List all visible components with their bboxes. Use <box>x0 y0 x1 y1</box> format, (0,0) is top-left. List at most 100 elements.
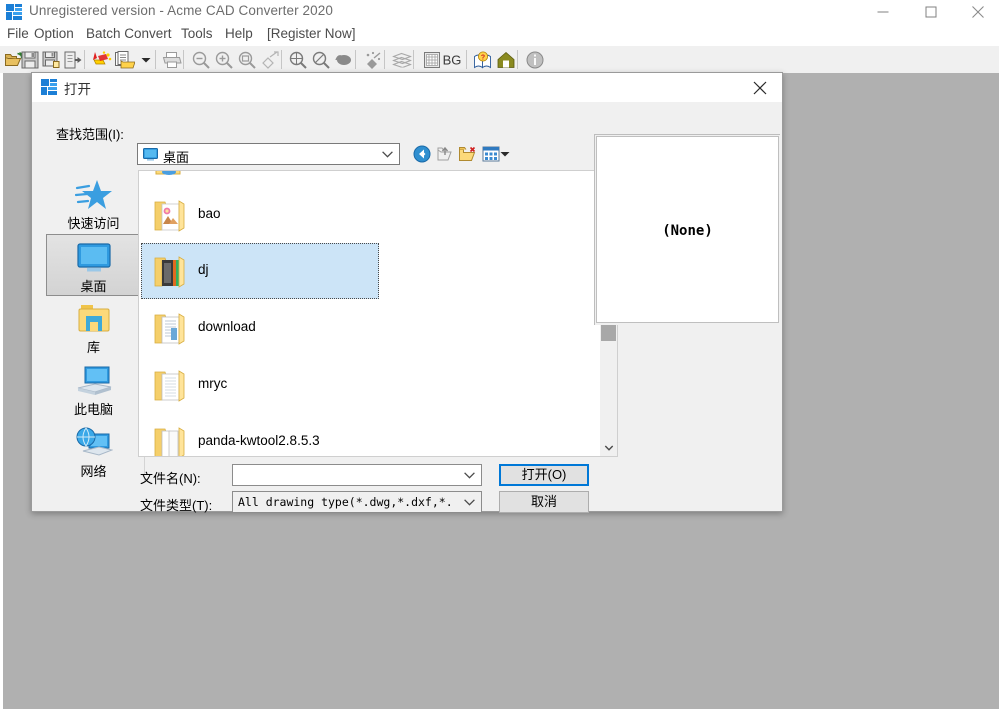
toolbar-separator <box>466 50 467 69</box>
acme-cad-icon <box>6 4 23 20</box>
place-label: 库 <box>86 340 100 355</box>
redraw-button[interactable] <box>361 48 384 71</box>
chevron-down-icon[interactable] <box>600 439 617 456</box>
list-item-label: mryc <box>198 376 228 391</box>
app-title: Unregistered version - Acme CAD Converte… <box>29 3 333 18</box>
toolbar-separator <box>384 50 385 69</box>
open-file-dialog: 打开 查找范围(I): 桌面 快速访问 桌面 库 此电脑 网络 bao dj d… <box>31 72 783 513</box>
export-button[interactable] <box>61 48 84 71</box>
menu-batch-convert[interactable]: Batch Convert <box>83 25 175 42</box>
zoom-out-button[interactable] <box>189 48 212 71</box>
close-icon[interactable] <box>737 73 782 102</box>
place-item-this-pc[interactable]: 此电脑 <box>46 358 141 420</box>
desktop-monitor-icon <box>143 148 158 161</box>
chevron-down-icon[interactable] <box>498 143 512 165</box>
place-item-quick-access[interactable]: 快速访问 <box>46 172 141 234</box>
filetype-label: 文件类型(T): <box>140 498 213 513</box>
pan-hand-button[interactable] <box>258 48 281 71</box>
cancel-button[interactable]: 取消 <box>499 491 589 513</box>
dialog-body: 查找范围(I): 桌面 快速访问 桌面 库 此电脑 网络 bao dj down… <box>32 102 782 513</box>
open-button[interactable]: 打开(O) <box>499 464 589 486</box>
filename-label: 文件名(N): <box>140 471 201 486</box>
svg-text:?: ? <box>480 54 484 61</box>
place-label: 网络 <box>80 464 107 479</box>
list-item-partial[interactable] <box>141 171 379 187</box>
folder-pictures-icon <box>153 197 191 233</box>
toolbar-separator <box>84 50 85 69</box>
list-item-mryc[interactable]: mryc <box>141 357 379 413</box>
file-list-viewport[interactable]: bao dj download mryc panda-kwtool2.8.5.3 <box>139 171 597 456</box>
back-button[interactable] <box>410 143 433 165</box>
preview-placeholder-text: (None) <box>662 223 713 239</box>
zoom-all-button[interactable] <box>309 48 332 71</box>
chevron-down-icon[interactable] <box>464 472 475 479</box>
chevron-down-icon[interactable] <box>134 48 157 71</box>
batch-convert-button[interactable] <box>90 48 113 71</box>
places-bar: 快速访问 桌面 库 此电脑 网络 <box>43 170 145 482</box>
up-folder-icon[interactable] <box>433 143 456 165</box>
list-item-download[interactable]: download <box>141 300 379 356</box>
preview-pane: (None) <box>596 136 779 323</box>
file-list[interactable]: bao dj download mryc panda-kwtool2.8.5.3 <box>138 170 618 457</box>
menu-help[interactable]: Help <box>222 25 256 42</box>
application-window: Unregistered version - Acme CAD Converte… <box>0 0 999 709</box>
toolbar-separator <box>355 50 356 69</box>
chevron-down-icon[interactable] <box>382 151 393 158</box>
toolbar-separator <box>183 50 184 69</box>
folder-docs-icon <box>153 310 191 346</box>
folder-icon <box>153 171 191 177</box>
menu-tools[interactable]: Tools <box>178 25 216 42</box>
place-item-network[interactable]: 网络 <box>46 420 141 482</box>
list-item-label: panda-kwtool2.8.5.3 <box>198 433 320 448</box>
toolbar-separator <box>281 50 282 69</box>
zoom-window-button[interactable] <box>235 48 258 71</box>
zoom-extents-button[interactable] <box>286 48 309 71</box>
lookin-combobox[interactable]: 桌面 <box>137 143 400 165</box>
network-globe-icon <box>75 426 113 460</box>
info-button[interactable] <box>523 48 546 71</box>
menu-option[interactable]: Option <box>31 25 77 42</box>
save-as-button[interactable] <box>39 48 62 71</box>
help-book-button[interactable]: ? <box>471 48 494 71</box>
maximize-icon[interactable] <box>908 0 954 24</box>
list-item-label: download <box>198 319 256 334</box>
filetype-value: All drawing type(*.dwg,*.dxf,*.dwf,*. <box>238 495 453 509</box>
toolbar-separator <box>517 50 518 69</box>
place-label: 快速访问 <box>67 216 120 231</box>
save-file-button[interactable] <box>18 48 41 71</box>
toolbar-separator <box>413 50 414 69</box>
filename-input[interactable] <box>232 464 482 486</box>
dialog-titlebar: 打开 <box>32 73 782 102</box>
layers-button[interactable] <box>390 48 413 71</box>
toolbar-separator <box>155 50 156 69</box>
app-titlebar: Unregistered version - Acme CAD Converte… <box>0 0 999 24</box>
acme-cad-icon <box>41 79 58 95</box>
minimize-icon[interactable] <box>860 0 906 24</box>
filetype-select[interactable]: All drawing type(*.dwg,*.dxf,*.dwf,*. <box>232 491 482 513</box>
folder-docs-icon <box>153 424 191 456</box>
quick-access-star-icon <box>74 178 113 212</box>
menubar: File Option Batch Convert Tools Help [Re… <box>0 24 999 46</box>
print-button[interactable] <box>160 48 183 71</box>
list-item-panda-kwtool[interactable]: panda-kwtool2.8.5.3 <box>141 414 379 456</box>
zoom-previous-button[interactable] <box>332 48 355 71</box>
background-button[interactable]: BG <box>438 48 466 71</box>
folder-doc-icon <box>153 367 191 403</box>
toolbar: BG ? <box>0 46 999 74</box>
list-item-dj[interactable]: dj <box>141 243 379 299</box>
chevron-down-icon[interactable] <box>464 499 475 506</box>
close-icon[interactable] <box>955 0 999 24</box>
new-folder-icon[interactable] <box>456 143 479 165</box>
menu-register-now[interactable]: [Register Now] <box>264 25 359 42</box>
list-item-bao[interactable]: bao <box>141 187 379 243</box>
menu-file[interactable]: File <box>4 25 32 42</box>
convert-to-pdf-button[interactable] <box>113 48 136 71</box>
list-item-label: bao <box>198 206 221 221</box>
place-item-desktop[interactable]: 桌面 <box>46 234 141 296</box>
lookin-value: 桌面 <box>163 150 190 165</box>
place-item-library[interactable]: 库 <box>46 296 141 358</box>
dialog-title: 打开 <box>64 82 91 97</box>
lookin-label: 查找范围(I): <box>56 127 124 142</box>
zoom-in-button[interactable] <box>212 48 235 71</box>
home-button[interactable] <box>494 48 517 71</box>
